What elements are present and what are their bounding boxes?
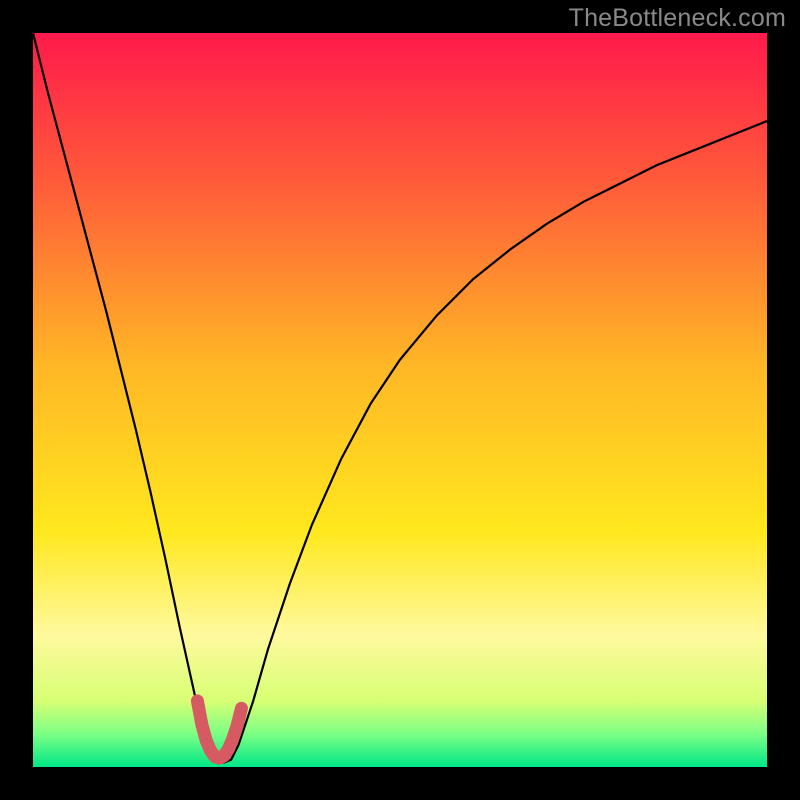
chart-frame: TheBottleneck.com bbox=[0, 0, 800, 800]
watermark-text: TheBottleneck.com bbox=[569, 4, 786, 33]
chart-background bbox=[33, 33, 767, 767]
bottleneck-chart bbox=[33, 33, 767, 767]
